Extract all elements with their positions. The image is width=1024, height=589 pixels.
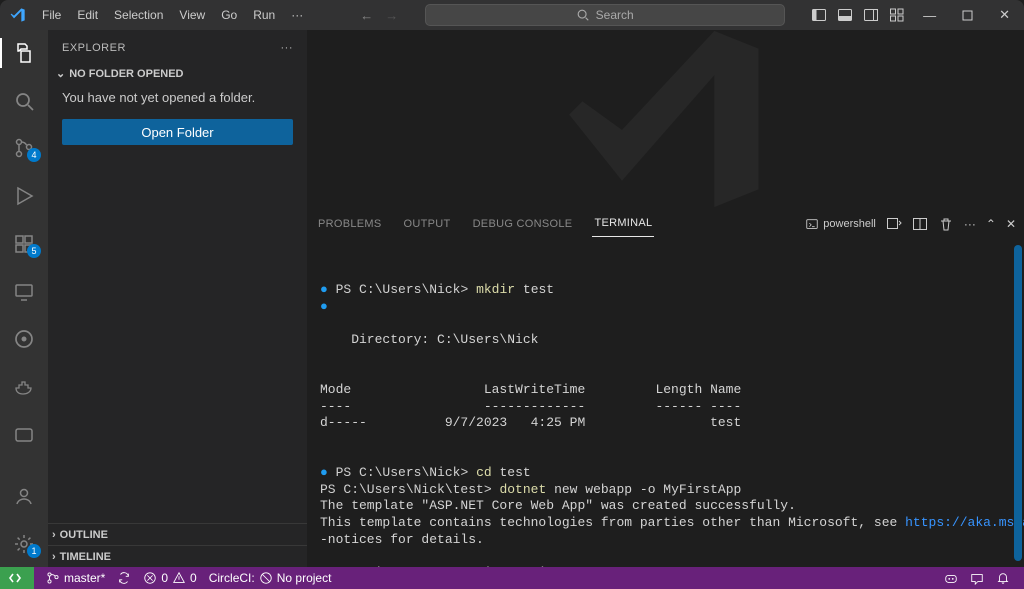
tab-output[interactable]: OUTPUT <box>402 211 453 237</box>
terminal-shell-label[interactable]: powershell <box>805 217 876 231</box>
tab-debug-console[interactable]: DEBUG CONSOLE <box>471 211 575 237</box>
editor-area-empty <box>308 30 1024 208</box>
activity-circleci[interactable] <box>0 322 48 356</box>
nav-arrows: ← → <box>360 8 398 23</box>
remote-indicator[interactable] <box>0 567 34 589</box>
no-folder-title: NO FOLDER OPENED <box>69 68 183 80</box>
search-placeholder: Search <box>596 8 634 22</box>
menu-selection[interactable]: Selection <box>107 4 170 26</box>
sidebar: EXPLORER ··· ⌄ NO FOLDER OPENED You have… <box>48 30 308 567</box>
chevron-down-icon: ⌄ <box>56 67 65 80</box>
outline-label: OUTLINE <box>60 529 108 541</box>
layout-sidebar-left-icon[interactable] <box>811 7 827 23</box>
sidebar-title: EXPLORER <box>62 42 126 54</box>
status-bell-icon[interactable] <box>990 567 1016 589</box>
kill-terminal-icon[interactable] <box>938 216 954 232</box>
command-center-search[interactable]: Search <box>425 4 785 26</box>
nav-back-icon[interactable]: ← <box>360 8 373 23</box>
activity-source-control[interactable]: 4 <box>0 131 48 165</box>
activity-settings[interactable]: 1 <box>0 527 48 561</box>
status-circleci[interactable]: CircleCI: No project <box>203 567 338 589</box>
split-terminal-icon[interactable] <box>912 216 928 232</box>
extensions-badge: 5 <box>27 244 41 258</box>
no-folder-section-header[interactable]: ⌄ NO FOLDER OPENED <box>48 65 307 86</box>
close-panel-icon[interactable]: ✕ <box>1006 217 1016 231</box>
status-bar: master* 0 0 CircleCI: No project <box>0 567 1024 589</box>
layout-sidebar-right-icon[interactable] <box>863 7 879 23</box>
activity-bar: 4 5 1 <box>0 30 48 567</box>
activity-other[interactable] <box>0 418 48 452</box>
chevron-right-icon: › <box>52 551 56 563</box>
menu-go[interactable]: Go <box>214 4 244 26</box>
bottom-panel: PROBLEMS OUTPUT DEBUG CONSOLE TERMINAL p… <box>308 208 1024 567</box>
activity-docker[interactable] <box>0 370 48 404</box>
sidebar-more-icon[interactable]: ··· <box>281 42 294 54</box>
menu-overflow[interactable]: ··· <box>284 4 310 26</box>
title-bar: File Edit Selection View Go Run ··· ← → … <box>0 0 1024 30</box>
menu-view[interactable]: View <box>172 4 212 26</box>
window-minimize-icon[interactable]: — <box>915 8 944 23</box>
activity-run-debug[interactable] <box>0 179 48 213</box>
panel-more-icon[interactable]: ··· <box>964 217 976 231</box>
activity-explorer[interactable] <box>0 36 48 70</box>
activity-remote-explorer[interactable] <box>0 275 48 309</box>
vscode-logo-icon <box>0 7 35 23</box>
tab-terminal[interactable]: TERMINAL <box>592 210 654 237</box>
menu-bar: File Edit Selection View Go Run ··· <box>35 4 310 26</box>
maximize-panel-icon[interactable]: ⌃ <box>986 217 996 231</box>
activity-accounts[interactable] <box>0 480 48 514</box>
outline-section[interactable]: › OUTLINE <box>48 523 307 545</box>
nav-forward-icon[interactable]: → <box>385 8 398 23</box>
no-folder-message: You have not yet opened a folder. <box>48 86 307 115</box>
open-folder-button[interactable]: Open Folder <box>62 119 293 145</box>
terminal-scroll-indicator <box>1014 245 1022 561</box>
scm-badge: 4 <box>27 148 41 162</box>
status-problems[interactable]: 0 0 <box>137 567 202 589</box>
activity-extensions[interactable]: 5 <box>0 227 48 261</box>
branch-label: master* <box>64 571 105 585</box>
customize-layout-icon[interactable] <box>889 7 905 23</box>
timeline-section[interactable]: › TIMELINE <box>48 545 307 567</box>
status-sync[interactable] <box>111 567 137 589</box>
layout-panel-icon[interactable] <box>837 7 853 23</box>
settings-badge: 1 <box>27 544 41 558</box>
activity-search[interactable] <box>0 84 48 118</box>
menu-run[interactable]: Run <box>246 4 282 26</box>
menu-edit[interactable]: Edit <box>70 4 105 26</box>
window-maximize-icon[interactable] <box>954 10 981 21</box>
tab-problems[interactable]: PROBLEMS <box>316 211 384 237</box>
new-terminal-dropdown[interactable] <box>886 216 902 232</box>
window-close-icon[interactable]: ✕ <box>991 7 1018 23</box>
status-branch[interactable]: master* <box>40 567 111 589</box>
chevron-right-icon: › <box>52 529 56 541</box>
timeline-label: TIMELINE <box>60 551 111 563</box>
status-feedback-icon[interactable] <box>964 567 990 589</box>
terminal-body[interactable]: ● PS C:\Users\Nick> mkdir test ● Directo… <box>308 239 1024 567</box>
status-copilot-icon[interactable] <box>938 567 964 589</box>
menu-file[interactable]: File <box>35 4 68 26</box>
